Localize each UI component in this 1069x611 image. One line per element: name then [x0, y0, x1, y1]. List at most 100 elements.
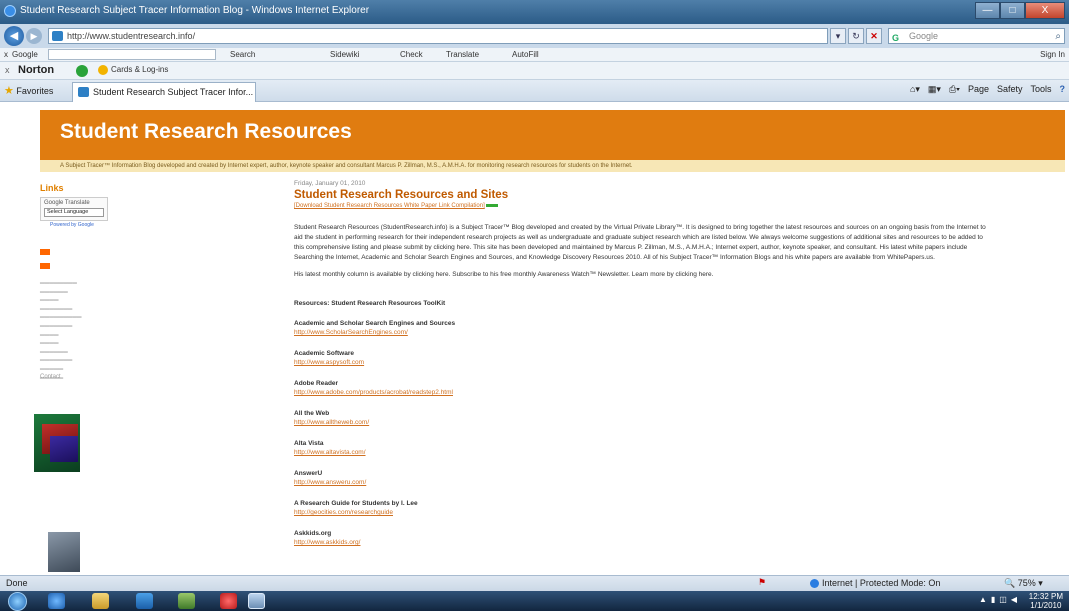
- resource-item: A Research Guide for Students by I. Lee …: [294, 499, 994, 517]
- window-controls: — □ X: [975, 2, 1065, 19]
- resource-link[interactable]: http://www.answeru.com/: [294, 478, 994, 487]
- sidebar-link[interactable]: ▁▁▁▁▁▁▁: [40, 354, 82, 363]
- start-button[interactable]: [8, 592, 27, 611]
- autofill-button[interactable]: AutoFill: [512, 50, 539, 59]
- sidebar-link[interactable]: ▁▁▁▁▁▁▁: [40, 303, 82, 312]
- monthly-column-paragraph: His latest monthly column is available b…: [294, 271, 714, 278]
- sidebar-link[interactable]: ▁▁▁▁▁▁▁▁▁: [40, 311, 82, 320]
- google-toolbar-close[interactable]: x: [4, 50, 8, 59]
- norton-app-icon[interactable]: [220, 593, 237, 609]
- google-translate-label: Google Translate: [44, 200, 90, 206]
- resource-link[interactable]: http://www.askkids.org/: [294, 538, 994, 547]
- page-icon: [52, 31, 63, 41]
- sidebar-link[interactable]: ▁▁▁▁: [40, 329, 82, 338]
- close-button[interactable]: X: [1025, 2, 1065, 19]
- resource-item: Academic Software http://www.aspysoft.co…: [294, 349, 994, 367]
- minimize-button[interactable]: —: [975, 2, 1000, 19]
- cards-logins-button[interactable]: Cards & Log-ins: [98, 65, 168, 75]
- sidewiki-button[interactable]: Sidewiki: [330, 50, 359, 59]
- norton-safe-check-icon[interactable]: [76, 65, 88, 77]
- book-cover-image[interactable]: [48, 532, 80, 572]
- norton-toolbar-close[interactable]: x: [5, 65, 10, 75]
- window-title: Student Research Subject Tracer Informat…: [20, 5, 370, 16]
- address-input[interactable]: http://www.studentresearch.info/: [48, 28, 828, 44]
- sidebar-link[interactable]: ▁▁▁▁▁: [40, 363, 82, 372]
- print-icon[interactable]: ⎙▾: [949, 84, 960, 95]
- network-app-icon[interactable]: [178, 593, 195, 609]
- compatibility-view-icon[interactable]: ▾: [830, 28, 846, 44]
- rss-icon[interactable]: [40, 249, 50, 255]
- site-tagline: A Subject Tracer™ Information Blog devel…: [40, 160, 1065, 172]
- safety-menu[interactable]: Safety: [997, 84, 1023, 95]
- resource-item: Academic and Scholar Search Engines and …: [294, 319, 994, 337]
- tools-menu[interactable]: Tools: [1030, 84, 1051, 95]
- sidebar-link[interactable]: ▁▁▁▁: [40, 337, 82, 346]
- stop-icon[interactable]: ✕: [866, 28, 882, 44]
- sidebar-link[interactable]: ▁▁▁▁▁▁: [40, 286, 82, 295]
- resource-link[interactable]: http://geocities.com/researchguide: [294, 508, 994, 517]
- sidebar-link[interactable]: ▁▁▁▁▁▁: [40, 346, 82, 355]
- system-clock[interactable]: 12:32 PM 1/1/2010: [1029, 592, 1063, 610]
- status-bar: Done ⚑ Internet | Protected Mode: On 🔍 7…: [0, 575, 1069, 591]
- select-language-dropdown[interactable]: Select Language: [44, 208, 104, 217]
- media-player-icon[interactable]: [136, 593, 153, 609]
- explorer-folder-icon[interactable]: [92, 593, 109, 609]
- check-button[interactable]: Check: [400, 50, 423, 59]
- resource-link[interactable]: http://www.ScholarSearchEngines.com/: [294, 328, 994, 337]
- contact-link[interactable]: Contact: [40, 374, 61, 380]
- download-white-paper-link[interactable]: [Download Student Research Resources Whi…: [294, 203, 485, 209]
- google-search-icon: G: [892, 33, 900, 43]
- page-menu[interactable]: Page: [968, 84, 989, 95]
- zoom-value: 75%: [1017, 578, 1036, 588]
- favorites-button[interactable]: ★ Favorites: [4, 84, 53, 97]
- resource-link[interactable]: http://www.aspysoft.com: [294, 358, 994, 367]
- security-shield-icon[interactable]: ⚑: [758, 577, 772, 589]
- tab-title: Student Research Subject Tracer Infor...: [93, 87, 254, 97]
- resource-item: Askkids.org http://www.askkids.org/: [294, 529, 994, 547]
- opml-icon[interactable]: [40, 263, 50, 269]
- site-banner: Student Research Resources: [40, 110, 1065, 160]
- clock-time: 12:32 PM: [1028, 592, 1063, 601]
- help-icon[interactable]: ?: [1060, 84, 1066, 95]
- zoom-level[interactable]: 🔍 75% ▾: [1004, 578, 1043, 589]
- resource-item: Adobe Reader http://www.adobe.com/produc…: [294, 379, 994, 397]
- refresh-icon[interactable]: ↻: [848, 28, 864, 44]
- security-zone[interactable]: Internet | Protected Mode: On: [810, 578, 940, 588]
- magnifier-icon[interactable]: ⌕: [1055, 30, 1061, 44]
- active-window-icon[interactable]: [248, 593, 265, 609]
- internet-explorer-taskbar-icon[interactable]: [48, 593, 65, 609]
- main-content: Friday, January 01, 2010 Student Researc…: [294, 180, 994, 547]
- sidebar: Links Google Translate Select Language P…: [34, 183, 170, 575]
- browser-tab[interactable]: Student Research Subject Tracer Infor...: [72, 82, 256, 102]
- feeds-icon[interactable]: ▦▾: [928, 84, 941, 95]
- resource-name: Adobe Reader: [294, 380, 339, 387]
- resource-link[interactable]: http://www.altavista.com/: [294, 448, 994, 457]
- google-search-button[interactable]: Search: [230, 50, 255, 59]
- resource-name: Academic Software: [294, 350, 354, 357]
- resource-link[interactable]: http://www.adobe.com/products/acrobat/re…: [294, 388, 994, 397]
- resource-link[interactable]: http://www.alltheweb.com/: [294, 418, 994, 427]
- powered-by-google[interactable]: Powered by Google: [50, 222, 94, 228]
- toolkit-heading: Resources: Student Research Resources To…: [294, 300, 446, 307]
- norton-brand[interactable]: Norton: [18, 64, 54, 76]
- resource-name: Askkids.org: [294, 530, 332, 537]
- google-sign-in-link[interactable]: Sign In: [1040, 50, 1065, 59]
- book-cover-image[interactable]: [34, 414, 80, 472]
- home-icon[interactable]: ⌂▾: [910, 84, 920, 95]
- translate-button[interactable]: Translate: [446, 50, 479, 59]
- sidebar-link[interactable]: ▁▁▁▁▁▁▁: [40, 320, 82, 329]
- site-title[interactable]: Student Research Resources: [60, 120, 352, 144]
- intro-paragraph: Student Research Resources (StudentResea…: [294, 224, 986, 261]
- sidebar-link-list: ▁▁▁▁▁▁▁▁ ▁▁▁▁▁▁ ▁▁▁▁ ▁▁▁▁▁▁▁ ▁▁▁▁▁▁▁▁▁ ▁…: [40, 277, 82, 380]
- forward-button[interactable]: ▶: [26, 28, 42, 44]
- sidebar-link[interactable]: ▁▁▁▁▁▁▁▁: [40, 277, 82, 286]
- google-toolbar-search-input[interactable]: [48, 49, 216, 60]
- post-title[interactable]: Student Research Resources and Sites: [294, 189, 994, 201]
- google-translate-widget: Google Translate Select Language: [40, 197, 108, 221]
- maximize-button[interactable]: □: [1000, 2, 1025, 19]
- sidebar-link[interactable]: ▁▁▁▁: [40, 294, 82, 303]
- links-heading: Links: [40, 183, 64, 193]
- search-input[interactable]: G Google ⌕: [888, 28, 1065, 44]
- back-button[interactable]: ◀: [4, 26, 24, 46]
- system-tray-icons[interactable]: ▲▮◫◀: [979, 595, 1021, 604]
